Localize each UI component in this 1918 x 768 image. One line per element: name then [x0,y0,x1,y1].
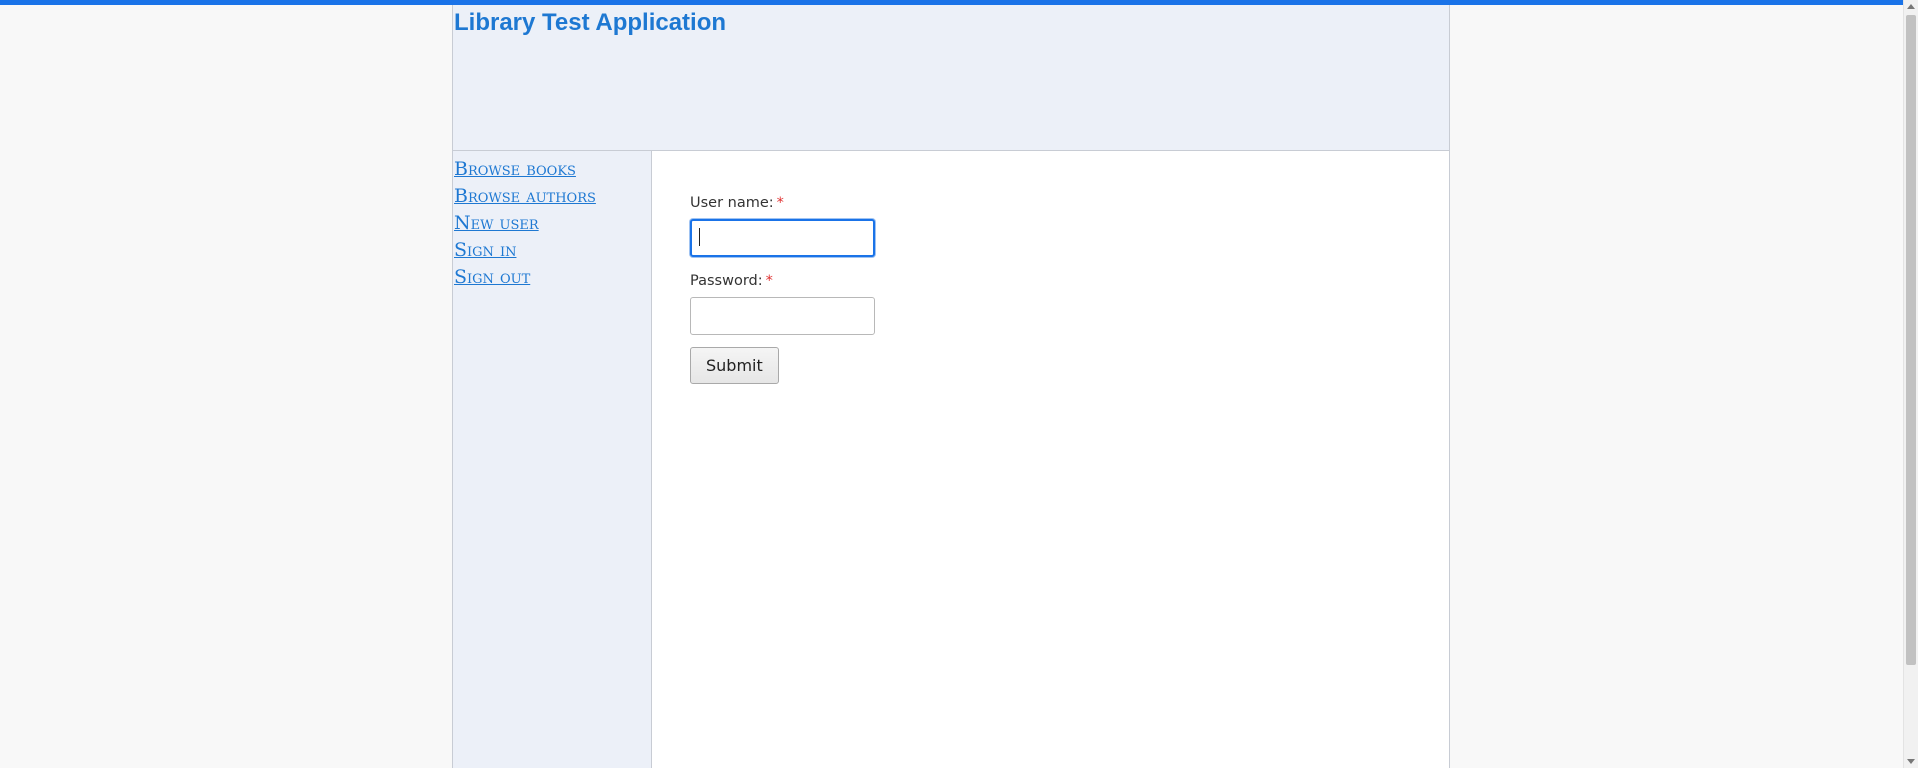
field-gap [690,257,875,271]
sign-in-link[interactable]: Sign in [454,239,516,261]
header: Library Test Application [452,5,1450,151]
scroll-thumb[interactable] [1906,15,1916,665]
main-content: User name: * Password: * Submit [652,151,1450,768]
scroll-down-arrow-icon[interactable] [1907,759,1915,764]
text-caret [699,228,700,246]
scroll-up-arrow-icon[interactable] [1907,4,1915,9]
sidebar-item-new-user: New user [454,210,651,237]
username-label-row: User name: * [690,193,875,213]
password-required-marker: * [765,273,773,289]
sidebar-item-sign-out: Sign out [454,264,651,291]
page-container: Library Test Application Browse books Br… [452,5,1450,768]
password-label-row: Password: * [690,271,875,291]
vertical-scrollbar[interactable] [1903,0,1918,768]
password-label: Password: [690,273,763,289]
username-required-marker: * [776,195,784,211]
sidebar: Browse books Browse authors New user Sig… [452,151,652,768]
new-user-link[interactable]: New user [454,212,539,234]
username-label: User name: [690,195,774,211]
sidebar-item-browse-books: Browse books [454,156,651,183]
app-title: Library Test Application [454,9,727,36]
username-input[interactable] [690,219,875,257]
password-input[interactable] [690,297,875,335]
login-form: User name: * Password: * Submit [690,193,875,384]
browse-authors-link[interactable]: Browse authors [454,185,596,207]
nav-list: Browse books Browse authors New user Sig… [453,151,651,291]
browse-books-link[interactable]: Browse books [454,158,576,180]
sign-out-link[interactable]: Sign out [454,266,530,288]
username-input-wrap [690,219,875,257]
sidebar-item-sign-in: Sign in [454,237,651,264]
submit-button[interactable]: Submit [690,347,779,384]
password-input-wrap [690,297,875,335]
sidebar-item-browse-authors: Browse authors [454,183,651,210]
